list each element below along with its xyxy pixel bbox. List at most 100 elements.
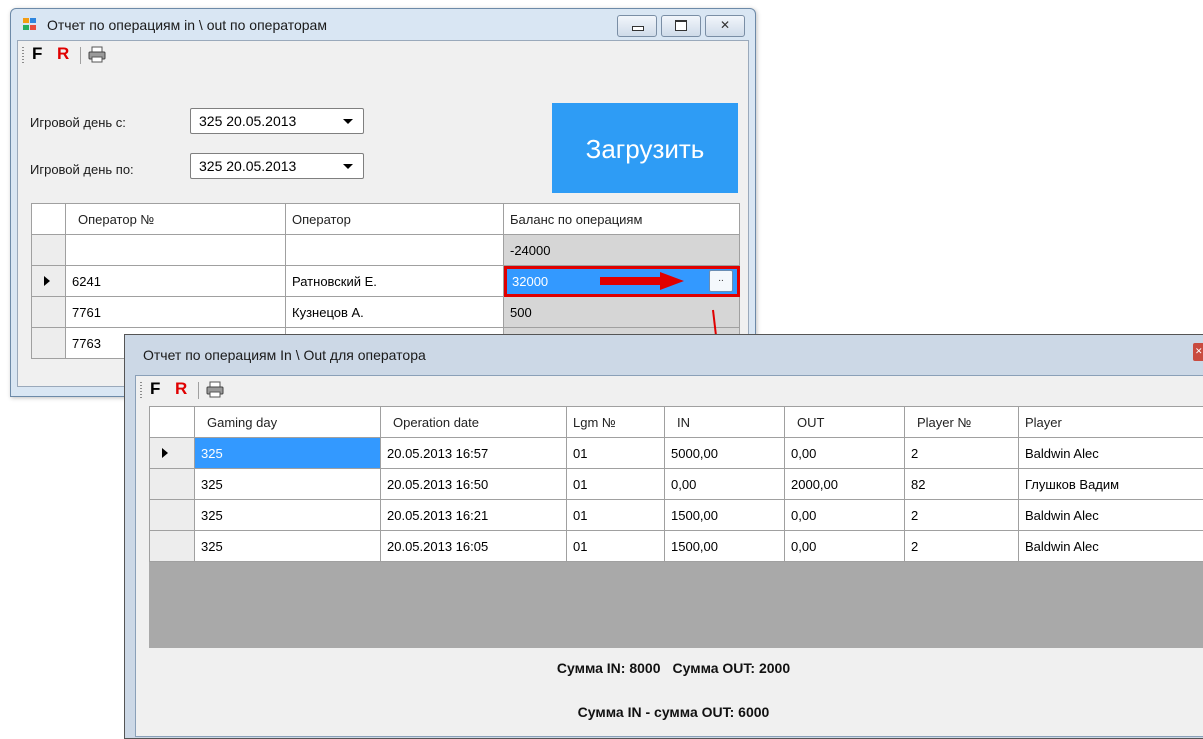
cell-operator[interactable]: Кузнецов А. <box>286 297 504 328</box>
col-header-player[interactable]: Player <box>1019 407 1203 438</box>
row-header[interactable] <box>32 328 66 359</box>
cell-operation-date[interactable]: 20.05.2013 16:57 <box>381 438 567 469</box>
cell-operator[interactable]: Ратновский Е. <box>286 266 504 297</box>
maximize-button[interactable] <box>661 15 701 37</box>
day-to-select[interactable]: 325 20.05.2013 <box>190 153 364 179</box>
cell-gaming-day[interactable]: 325 <box>195 469 381 500</box>
col-header-balance[interactable]: Баланс по операциям <box>504 204 740 235</box>
current-row-arrow-icon <box>44 276 50 286</box>
minimize-button[interactable] <box>617 15 657 37</box>
cell-out[interactable]: 0,00 <box>785 531 905 562</box>
cell-operation-date[interactable]: 20.05.2013 16:50 <box>381 469 567 500</box>
cell-lgm-no[interactable]: 01 <box>567 438 665 469</box>
row-header[interactable] <box>32 235 66 266</box>
cell-player[interactable]: Глушков Вадим <box>1019 469 1203 500</box>
load-button[interactable]: Загрузить <box>552 103 738 193</box>
cell-in[interactable]: 1500,00 <box>665 500 785 531</box>
sum-out-text: Сумма OUT: 2000 <box>673 660 791 676</box>
cell-lgm-no[interactable]: 01 <box>567 469 665 500</box>
table-row[interactable]: 325 20.05.2013 16:57 01 5000,00 0,00 2 B… <box>150 438 1203 469</box>
row-header[interactable] <box>150 500 195 531</box>
cell-out[interactable]: 0,00 <box>785 438 905 469</box>
cell-operation-date[interactable]: 20.05.2013 16:21 <box>381 500 567 531</box>
filter-button[interactable]: F <box>150 379 160 399</box>
sum-line: Сумма IN: 8000 Сумма OUT: 2000 <box>136 660 1203 676</box>
cell-in[interactable]: 0,00 <box>665 469 785 500</box>
col-header-player-no[interactable]: Player № <box>905 407 1019 438</box>
row-header-corner[interactable] <box>32 204 66 235</box>
cell-in[interactable]: 5000,00 <box>665 438 785 469</box>
day-to-value: 325 20.05.2013 <box>199 158 296 174</box>
cell-operator-no[interactable]: 7761 <box>66 297 286 328</box>
day-from-value: 325 20.05.2013 <box>199 113 296 129</box>
details-button[interactable]: .. <box>709 270 733 292</box>
maximize-icon <box>675 20 687 31</box>
close-icon: ✕ <box>1195 346 1203 357</box>
window-title: Отчет по операциям in \ out по оператора… <box>47 17 327 33</box>
cell-operator-no[interactable] <box>66 235 286 266</box>
cell-lgm-no[interactable]: 01 <box>567 531 665 562</box>
table-row[interactable]: 325 20.05.2013 16:05 01 1500,00 0,00 2 B… <box>150 531 1203 562</box>
cell-player-no[interactable]: 2 <box>905 531 1019 562</box>
cell-lgm-no[interactable]: 01 <box>567 500 665 531</box>
cell-player[interactable]: Baldwin Alec <box>1019 531 1203 562</box>
red-arrow-icon <box>600 272 684 290</box>
toolbar-grip-icon[interactable] <box>22 47 24 63</box>
chevron-down-icon <box>343 164 353 169</box>
row-header[interactable] <box>150 438 195 469</box>
toolbar: F R <box>136 376 1203 404</box>
cell-player-no[interactable]: 2 <box>905 438 1019 469</box>
minimize-icon <box>632 26 644 31</box>
toolbar-grip-icon[interactable] <box>140 382 142 398</box>
row-header-corner[interactable] <box>150 407 195 438</box>
day-to-label: Игровой день по: <box>30 162 134 177</box>
cell-player-no[interactable]: 82 <box>905 469 1019 500</box>
cell-balance-value: 32000 <box>512 274 548 289</box>
row-header[interactable] <box>150 531 195 562</box>
cell-out[interactable]: 0,00 <box>785 500 905 531</box>
cell-balance-selected[interactable]: 32000 .. <box>504 266 740 297</box>
cell-operation-date[interactable]: 20.05.2013 16:05 <box>381 531 567 562</box>
filter-button[interactable]: F <box>32 44 42 64</box>
close-button[interactable]: ✕ <box>1193 343 1203 361</box>
table-row[interactable]: 6241 Ратновский Е. 32000 .. <box>32 266 740 297</box>
refresh-button[interactable]: R <box>175 379 187 399</box>
row-header[interactable] <box>32 266 66 297</box>
row-header[interactable] <box>32 297 66 328</box>
col-header-lgm-no[interactable]: Lgm № <box>567 407 665 438</box>
cell-gaming-day[interactable]: 325 <box>195 500 381 531</box>
app-icon <box>23 18 37 31</box>
cell-operator-no[interactable]: 6241 <box>66 266 286 297</box>
col-header-operator[interactable]: Оператор <box>286 204 504 235</box>
cell-player-no[interactable]: 2 <box>905 500 1019 531</box>
refresh-button[interactable]: R <box>57 44 69 64</box>
table-row[interactable]: 7761 Кузнецов А. 500 <box>32 297 740 328</box>
cell-operator[interactable] <box>286 235 504 266</box>
col-header-in[interactable]: IN <box>665 407 785 438</box>
toolbar-separator <box>80 47 81 64</box>
cell-gaming-day[interactable]: 325 <box>195 531 381 562</box>
table-row[interactable]: 325 20.05.2013 16:50 01 0,00 2000,00 82 … <box>150 469 1203 500</box>
cell-in[interactable]: 1500,00 <box>665 531 785 562</box>
close-button[interactable]: ✕ <box>705 15 745 37</box>
cell-balance[interactable]: -24000 <box>504 235 740 266</box>
cell-player[interactable]: Baldwin Alec <box>1019 500 1203 531</box>
col-header-operator-no[interactable]: Оператор № <box>66 204 286 235</box>
window-client-area: F R Gaming day Operation date Lgm № IN O… <box>135 375 1203 737</box>
cell-out[interactable]: 2000,00 <box>785 469 905 500</box>
toolbar: F R <box>18 41 748 69</box>
table-row[interactable]: -24000 <box>32 235 740 266</box>
cell-gaming-day-selected[interactable]: 325 <box>195 438 381 469</box>
col-header-gaming-day[interactable]: Gaming day <box>195 407 381 438</box>
col-header-operation-date[interactable]: Operation date <box>381 407 567 438</box>
printer-icon[interactable] <box>206 381 224 398</box>
printer-icon[interactable] <box>88 46 106 63</box>
cell-player[interactable]: Baldwin Alec <box>1019 438 1203 469</box>
sum-in-text: Сумма IN: 8000 <box>557 660 661 676</box>
table-row[interactable]: 325 20.05.2013 16:21 01 1500,00 0,00 2 B… <box>150 500 1203 531</box>
col-header-out[interactable]: OUT <box>785 407 905 438</box>
window-title: Отчет по операциям In \ Out для оператор… <box>143 347 426 363</box>
day-from-select[interactable]: 325 20.05.2013 <box>190 108 364 134</box>
row-header[interactable] <box>150 469 195 500</box>
window-titlebar[interactable]: Отчет по операциям in \ out по оператора… <box>11 9 755 39</box>
